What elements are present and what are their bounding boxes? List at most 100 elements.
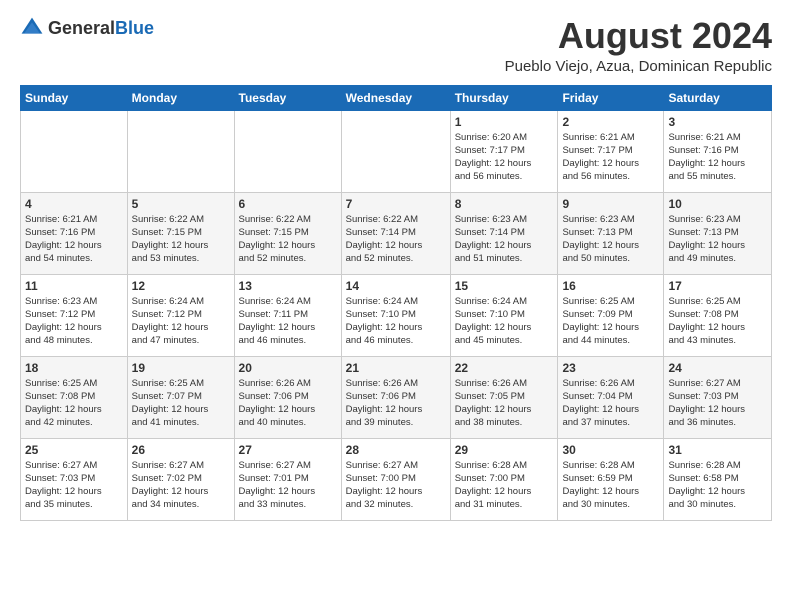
day-info: Sunrise: 6:28 AM Sunset: 6:58 PM Dayligh… bbox=[668, 459, 767, 512]
table-row: 4 Sunrise: 6:21 AM Sunset: 7:16 PM Daylig… bbox=[21, 192, 128, 274]
table-row bbox=[234, 110, 341, 192]
table-row: 7 Sunrise: 6:22 AM Sunset: 7:14 PM Daylig… bbox=[341, 192, 450, 274]
day-info: Sunrise: 6:28 AM Sunset: 6:59 PM Dayligh… bbox=[562, 459, 659, 512]
day-info: Sunrise: 6:23 AM Sunset: 7:14 PM Dayligh… bbox=[455, 213, 554, 266]
day-info: Sunrise: 6:28 AM Sunset: 7:00 PM Dayligh… bbox=[455, 459, 554, 512]
day-number: 14 bbox=[346, 279, 446, 293]
table-row: 5 Sunrise: 6:22 AM Sunset: 7:15 PM Daylig… bbox=[127, 192, 234, 274]
day-number: 21 bbox=[346, 361, 446, 375]
col-saturday: Saturday bbox=[664, 85, 772, 110]
day-number: 24 bbox=[668, 361, 767, 375]
month-year: August 2024 bbox=[505, 16, 772, 56]
col-monday: Monday bbox=[127, 85, 234, 110]
calendar-week-3: 11 Sunrise: 6:23 AM Sunset: 7:12 PM Dayli… bbox=[21, 274, 772, 356]
day-info: Sunrise: 6:23 AM Sunset: 7:13 PM Dayligh… bbox=[668, 213, 767, 266]
col-tuesday: Tuesday bbox=[234, 85, 341, 110]
table-row: 15Sunrise: 6:24 AM Sunset: 7:10 PM Dayli… bbox=[450, 274, 558, 356]
day-info: Sunrise: 6:23 AM Sunset: 7:13 PM Dayligh… bbox=[562, 213, 659, 266]
calendar-week-2: 4 Sunrise: 6:21 AM Sunset: 7:16 PM Daylig… bbox=[21, 192, 772, 274]
table-row: 22 Sunrise: 6:26 AM Sunset: 7:05 PM Dayli… bbox=[450, 356, 558, 438]
table-row: 8 Sunrise: 6:23 AM Sunset: 7:14 PM Daylig… bbox=[450, 192, 558, 274]
logo-icon bbox=[20, 16, 44, 40]
title-section: August 2024 Pueblo Viejo, Azua, Dominica… bbox=[505, 16, 772, 75]
day-number: 1 bbox=[455, 115, 554, 129]
day-info: Sunrise: 6:27 AM Sunset: 7:00 PM Dayligh… bbox=[346, 459, 446, 512]
table-row: 12Sunrise: 6:24 AM Sunset: 7:12 PM Dayli… bbox=[127, 274, 234, 356]
location: Pueblo Viejo, Azua, Dominican Republic bbox=[505, 58, 772, 75]
day-number: 29 bbox=[455, 443, 554, 457]
col-wednesday: Wednesday bbox=[341, 85, 450, 110]
calendar-week-5: 25 Sunrise: 6:27 AM Sunset: 7:03 PM Dayli… bbox=[21, 438, 772, 520]
table-row: 28 Sunrise: 6:27 AM Sunset: 7:00 PM Dayli… bbox=[341, 438, 450, 520]
table-row: 31Sunrise: 6:28 AM Sunset: 6:58 PM Dayli… bbox=[664, 438, 772, 520]
table-row: 18Sunrise: 6:25 AM Sunset: 7:08 PM Dayli… bbox=[21, 356, 128, 438]
day-number: 23 bbox=[562, 361, 659, 375]
calendar-week-4: 18Sunrise: 6:25 AM Sunset: 7:08 PM Dayli… bbox=[21, 356, 772, 438]
calendar-week-1: 1Sunrise: 6:20 AM Sunset: 7:17 PM Daylig… bbox=[21, 110, 772, 192]
day-number: 9 bbox=[562, 197, 659, 211]
day-number: 18 bbox=[25, 361, 123, 375]
logo: GeneralBlue bbox=[20, 16, 154, 40]
day-number: 25 bbox=[25, 443, 123, 457]
table-row: 13Sunrise: 6:24 AM Sunset: 7:11 PM Dayli… bbox=[234, 274, 341, 356]
day-number: 13 bbox=[239, 279, 337, 293]
table-row: 3Sunrise: 6:21 AM Sunset: 7:16 PM Daylig… bbox=[664, 110, 772, 192]
table-row: 1Sunrise: 6:20 AM Sunset: 7:17 PM Daylig… bbox=[450, 110, 558, 192]
table-row: 23 Sunrise: 6:26 AM Sunset: 7:04 PM Dayli… bbox=[558, 356, 664, 438]
day-number: 17 bbox=[668, 279, 767, 293]
day-number: 2 bbox=[562, 115, 659, 129]
table-row: 17Sunrise: 6:25 AM Sunset: 7:08 PM Dayli… bbox=[664, 274, 772, 356]
day-number: 26 bbox=[132, 443, 230, 457]
table-row: 27 Sunrise: 6:27 AM Sunset: 7:01 PM Dayli… bbox=[234, 438, 341, 520]
day-info: Sunrise: 6:26 AM Sunset: 7:06 PM Dayligh… bbox=[239, 377, 337, 430]
day-number: 7 bbox=[346, 197, 446, 211]
day-info: Sunrise: 6:22 AM Sunset: 7:14 PM Dayligh… bbox=[346, 213, 446, 266]
logo-text-general: General bbox=[48, 18, 115, 38]
day-number: 28 bbox=[346, 443, 446, 457]
day-info: Sunrise: 6:27 AM Sunset: 7:03 PM Dayligh… bbox=[25, 459, 123, 512]
day-number: 16 bbox=[562, 279, 659, 293]
day-info: Sunrise: 6:26 AM Sunset: 7:05 PM Dayligh… bbox=[455, 377, 554, 430]
day-number: 22 bbox=[455, 361, 554, 375]
table-row: 2 Sunrise: 6:21 AM Sunset: 7:17 PM Daylig… bbox=[558, 110, 664, 192]
day-number: 27 bbox=[239, 443, 337, 457]
day-info: Sunrise: 6:25 AM Sunset: 7:09 PM Dayligh… bbox=[562, 295, 659, 348]
table-row: 9 Sunrise: 6:23 AM Sunset: 7:13 PM Daylig… bbox=[558, 192, 664, 274]
table-row: 19Sunrise: 6:25 AM Sunset: 7:07 PM Dayli… bbox=[127, 356, 234, 438]
day-number: 15 bbox=[455, 279, 554, 293]
day-info: Sunrise: 6:27 AM Sunset: 7:01 PM Dayligh… bbox=[239, 459, 337, 512]
table-row: 11 Sunrise: 6:23 AM Sunset: 7:12 PM Dayli… bbox=[21, 274, 128, 356]
page: GeneralBlue August 2024 Pueblo Viejo, Az… bbox=[0, 0, 792, 612]
table-row: 10Sunrise: 6:23 AM Sunset: 7:13 PM Dayli… bbox=[664, 192, 772, 274]
calendar-header-row: Sunday Monday Tuesday Wednesday Thursday… bbox=[21, 85, 772, 110]
day-info: Sunrise: 6:23 AM Sunset: 7:12 PM Dayligh… bbox=[25, 295, 123, 348]
table-row bbox=[341, 110, 450, 192]
day-number: 8 bbox=[455, 197, 554, 211]
day-info: Sunrise: 6:21 AM Sunset: 7:17 PM Dayligh… bbox=[562, 131, 659, 184]
day-number: 3 bbox=[668, 115, 767, 129]
day-info: Sunrise: 6:26 AM Sunset: 7:04 PM Dayligh… bbox=[562, 377, 659, 430]
calendar-table: Sunday Monday Tuesday Wednesday Thursday… bbox=[20, 85, 772, 521]
day-info: Sunrise: 6:26 AM Sunset: 7:06 PM Dayligh… bbox=[346, 377, 446, 430]
table-row: 30Sunrise: 6:28 AM Sunset: 6:59 PM Dayli… bbox=[558, 438, 664, 520]
header: GeneralBlue August 2024 Pueblo Viejo, Az… bbox=[20, 16, 772, 75]
table-row: 16 Sunrise: 6:25 AM Sunset: 7:09 PM Dayli… bbox=[558, 274, 664, 356]
day-info: Sunrise: 6:24 AM Sunset: 7:10 PM Dayligh… bbox=[346, 295, 446, 348]
day-info: Sunrise: 6:27 AM Sunset: 7:03 PM Dayligh… bbox=[668, 377, 767, 430]
day-info: Sunrise: 6:27 AM Sunset: 7:02 PM Dayligh… bbox=[132, 459, 230, 512]
table-row bbox=[21, 110, 128, 192]
table-row: 29 Sunrise: 6:28 AM Sunset: 7:00 PM Dayli… bbox=[450, 438, 558, 520]
table-row bbox=[127, 110, 234, 192]
table-row: 26 Sunrise: 6:27 AM Sunset: 7:02 PM Dayli… bbox=[127, 438, 234, 520]
day-number: 11 bbox=[25, 279, 123, 293]
day-info: Sunrise: 6:21 AM Sunset: 7:16 PM Dayligh… bbox=[25, 213, 123, 266]
day-number: 12 bbox=[132, 279, 230, 293]
table-row: 24 Sunrise: 6:27 AM Sunset: 7:03 PM Dayli… bbox=[664, 356, 772, 438]
day-info: Sunrise: 6:22 AM Sunset: 7:15 PM Dayligh… bbox=[132, 213, 230, 266]
day-number: 19 bbox=[132, 361, 230, 375]
day-number: 4 bbox=[25, 197, 123, 211]
table-row: 6Sunrise: 6:22 AM Sunset: 7:15 PM Daylig… bbox=[234, 192, 341, 274]
col-friday: Friday bbox=[558, 85, 664, 110]
table-row: 25 Sunrise: 6:27 AM Sunset: 7:03 PM Dayli… bbox=[21, 438, 128, 520]
day-number: 5 bbox=[132, 197, 230, 211]
